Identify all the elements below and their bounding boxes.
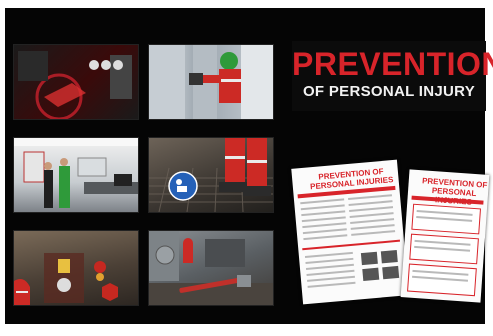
thumbnail-rig-control-scene [13,44,139,120]
document-photo [380,249,398,264]
document-photo [360,251,378,266]
thumbnail-office-scene [13,137,139,213]
title-line-personal-injury: OF PERSONAL INJURY [302,83,476,100]
thumbnail-hazard-assessment-scene [13,230,139,306]
thumbnail-worker-panel-scene [148,44,274,120]
thumbnail-office-graphic [14,138,138,208]
thumbnail-rig-control-graphic [18,51,132,119]
document-sheet-front: PREVENTION OF PERSONAL INJURIES [291,159,409,305]
thumbnail-workshop-scene [148,230,274,306]
thumbnail-hazard-graphic [14,253,118,305]
thumbnail-grating-graphic [149,138,273,212]
document-photo [362,267,380,282]
document-sheet-back: PREVENTION OF PERSONAL INJURIES [400,169,490,303]
collage-panel: PREVENTION OF PERSONAL INJURY PREVENTION… [5,8,493,324]
title-banner: PREVENTION OF PERSONAL INJURY [292,41,493,111]
thumbnail-worker-graphic [149,45,273,119]
thumbnail-workshop-graphic [149,231,273,305]
image-frame: PREVENTION OF PERSONAL INJURY PREVENTION… [0,0,493,336]
document-photo [382,265,400,280]
title-line-prevention: PREVENTION [292,46,493,82]
thumbnail-grating-scene [148,137,274,213]
